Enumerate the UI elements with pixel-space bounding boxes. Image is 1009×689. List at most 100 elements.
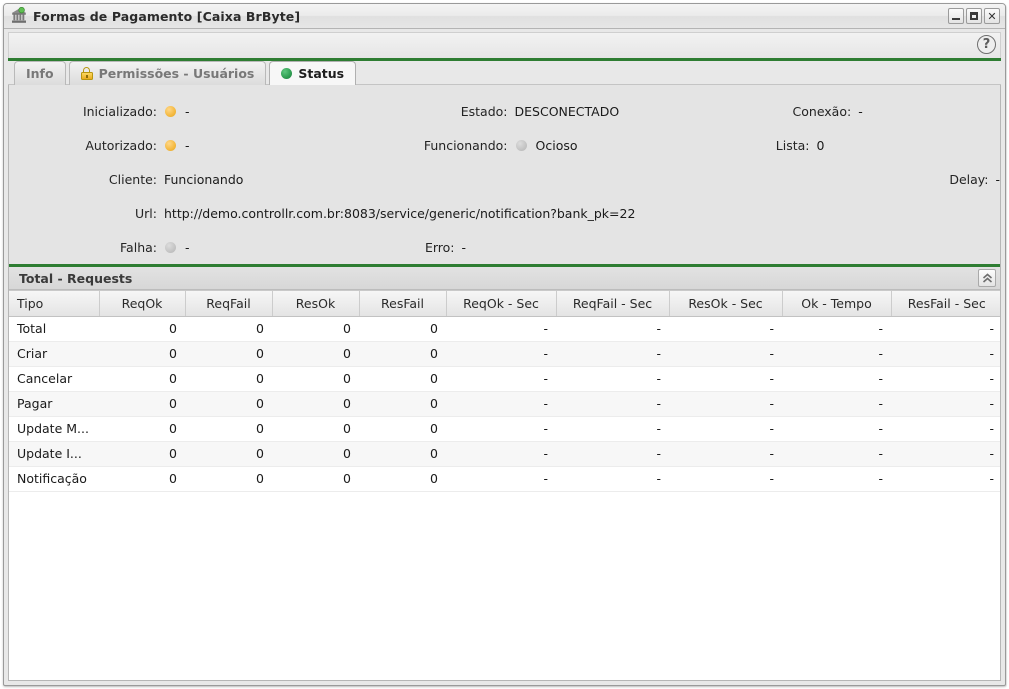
table-row[interactable]: Cancelar 0 0 0 0- - - - - bbox=[9, 366, 1000, 392]
field-conexao-value: - bbox=[858, 103, 863, 119]
table-cell-reqfail: 0 bbox=[185, 466, 272, 492]
tab-info[interactable]: Info bbox=[14, 61, 66, 85]
requests-section-title: Total - Requests bbox=[19, 270, 133, 286]
field-funcionando-value: Ocioso bbox=[535, 137, 578, 153]
table-cell-resfail_sec: - bbox=[891, 441, 1000, 467]
table-cell-reqfail: 0 bbox=[185, 316, 272, 342]
table-cell-resok_sec: - bbox=[669, 366, 782, 392]
lock-icon bbox=[80, 67, 93, 80]
maximize-button[interactable] bbox=[966, 8, 982, 24]
table-cell-ok_tempo: - bbox=[782, 466, 891, 492]
field-erro-value: - bbox=[461, 239, 467, 255]
info-row-1: Inicializado: - Estado: DESCONECTADO Con… bbox=[9, 94, 1000, 128]
table-cell-resok: 0 bbox=[272, 366, 359, 392]
table-cell-tipo: Total bbox=[9, 316, 99, 342]
table-cell-reqok: 0 bbox=[99, 341, 185, 367]
col-header-resok[interactable]: ResOk bbox=[272, 291, 360, 317]
table-row[interactable]: Pagar 0 0 0 0- - - - - bbox=[9, 391, 1000, 417]
table-cell-reqok: 0 bbox=[99, 441, 185, 467]
requests-table-container[interactable]: Tipo ReqOk ReqFail ResOk ResFail ReqOk -… bbox=[9, 290, 1000, 680]
table-cell-resok: 0 bbox=[272, 466, 359, 492]
field-falha-label: Falha: bbox=[120, 239, 157, 255]
table-cell-ok_tempo: - bbox=[782, 341, 891, 367]
table-cell-reqok_sec: - bbox=[446, 416, 556, 442]
window-titlebar[interactable]: Formas de Pagamento [Caixa BrByte] ✕ bbox=[4, 4, 1005, 29]
field-autorizado-label: Autorizado: bbox=[85, 137, 157, 153]
table-cell-resfail_sec: - bbox=[891, 391, 1000, 417]
table-cell-resfail_sec: - bbox=[891, 316, 1000, 342]
field-funcionando-status-dot-icon bbox=[515, 139, 527, 151]
table-cell-resok_sec: - bbox=[669, 441, 782, 467]
tab-status[interactable]: Status bbox=[269, 61, 357, 85]
field-inicializado-label: Inicializado: bbox=[82, 103, 157, 119]
info-row-4: Url: http://demo.controllr.com.br:8083/s… bbox=[9, 196, 1000, 230]
tab-permissoes-usuarios[interactable]: Permissões - Usuários bbox=[68, 61, 267, 85]
requests-section-header: Total - Requests bbox=[9, 267, 1000, 290]
col-header-reqfail-sec[interactable]: ReqFail - Sec bbox=[556, 291, 670, 317]
table-cell-reqok_sec: - bbox=[446, 366, 556, 392]
info-row-5: Falha: - Erro: - bbox=[9, 230, 1000, 264]
table-cell-resok_sec: - bbox=[669, 416, 782, 442]
help-icon[interactable]: ? bbox=[977, 35, 996, 54]
tab-status-label: Status bbox=[298, 66, 345, 81]
close-button[interactable]: ✕ bbox=[984, 8, 1000, 24]
info-row-2: Autorizado: - Funcionando: Ocioso Lista:… bbox=[9, 128, 1000, 162]
table-row[interactable]: Update I... 0 0 0 0- - - - - bbox=[9, 441, 1000, 467]
field-inicializado: Inicializado: - bbox=[9, 104, 190, 119]
col-header-resok-sec[interactable]: ResOk - Sec bbox=[669, 291, 783, 317]
field-erro-label: Erro: bbox=[424, 239, 455, 255]
field-conexao-label: Conexão: bbox=[792, 103, 852, 119]
table-cell-reqok: 0 bbox=[99, 366, 185, 392]
table-row[interactable]: Total 0 0 0 0- - - - - bbox=[9, 316, 1000, 342]
table-cell-tipo: Update I... bbox=[9, 441, 99, 467]
table-row[interactable]: Criar 0 0 0 0- - - - - bbox=[9, 341, 1000, 367]
table-cell-resok_sec: - bbox=[669, 316, 782, 342]
col-header-reqok[interactable]: ReqOk bbox=[99, 291, 186, 317]
table-cell-resfail_sec: - bbox=[891, 466, 1000, 492]
col-header-resfail[interactable]: ResFail bbox=[359, 291, 447, 317]
col-header-reqfail[interactable]: ReqFail bbox=[185, 291, 273, 317]
table-cell-tipo: Cancelar bbox=[9, 366, 99, 392]
table-cell-reqfail_sec: - bbox=[556, 466, 669, 492]
table-cell-ok_tempo: - bbox=[782, 366, 891, 392]
col-header-reqok-sec[interactable]: ReqOk - Sec bbox=[446, 291, 557, 317]
table-cell-reqfail_sec: - bbox=[556, 416, 669, 442]
field-falha-status-dot-icon bbox=[165, 241, 176, 253]
table-cell-resfail: 0 bbox=[359, 366, 446, 392]
field-inicializado-status-dot-icon bbox=[165, 105, 176, 117]
tab-info-label: Info bbox=[26, 66, 54, 81]
table-cell-reqfail: 0 bbox=[185, 391, 272, 417]
col-header-resfail-sec[interactable]: ResFail - Sec bbox=[891, 291, 1000, 317]
table-cell-resok_sec: - bbox=[669, 391, 782, 417]
table-cell-resok: 0 bbox=[272, 391, 359, 417]
table-row[interactable]: Notificação 0 0 0 0- - - - - bbox=[9, 466, 1000, 492]
close-icon: ✕ bbox=[987, 9, 997, 23]
field-lista: Lista: 0 bbox=[578, 138, 825, 153]
field-url-label: Url: bbox=[135, 205, 157, 221]
table-cell-resok_sec: - bbox=[669, 341, 782, 367]
table-cell-reqfail_sec: - bbox=[556, 441, 669, 467]
bank-building-icon bbox=[10, 6, 28, 25]
table-cell-resfail: 0 bbox=[359, 316, 446, 342]
col-header-tipo[interactable]: Tipo bbox=[9, 291, 100, 317]
field-funcionando-label: Funcionando: bbox=[423, 137, 508, 153]
field-estado: Estado: DESCONECTADO bbox=[190, 104, 619, 119]
table-cell-reqfail_sec: - bbox=[556, 391, 669, 417]
field-cliente-value: Funcionando bbox=[164, 171, 244, 187]
col-header-ok-tempo[interactable]: Ok - Tempo bbox=[782, 291, 892, 317]
table-cell-reqok_sec: - bbox=[446, 441, 556, 467]
window-controls: ✕ bbox=[948, 8, 1000, 24]
table-row[interactable]: Update M... 0 0 0 0- - - - - bbox=[9, 416, 1000, 442]
chevron-up-double-icon[interactable] bbox=[978, 269, 996, 287]
table-cell-reqok: 0 bbox=[99, 391, 185, 417]
field-url: Url: http://demo.controllr.com.br:8083/s… bbox=[9, 206, 635, 221]
minimize-button[interactable] bbox=[948, 8, 964, 24]
table-cell-resok: 0 bbox=[272, 441, 359, 467]
table-cell-reqok_sec: - bbox=[446, 341, 556, 367]
table-cell-reqfail_sec: - bbox=[556, 341, 669, 367]
table-cell-resfail: 0 bbox=[359, 441, 446, 467]
table-cell-tipo: Pagar bbox=[9, 391, 99, 417]
table-cell-tipo: Notificação bbox=[9, 466, 99, 492]
status-info-panel: Inicializado: - Estado: DESCONECTADO Con… bbox=[9, 85, 1000, 264]
field-url-value: http://demo.controllr.com.br:8083/servic… bbox=[164, 205, 636, 221]
